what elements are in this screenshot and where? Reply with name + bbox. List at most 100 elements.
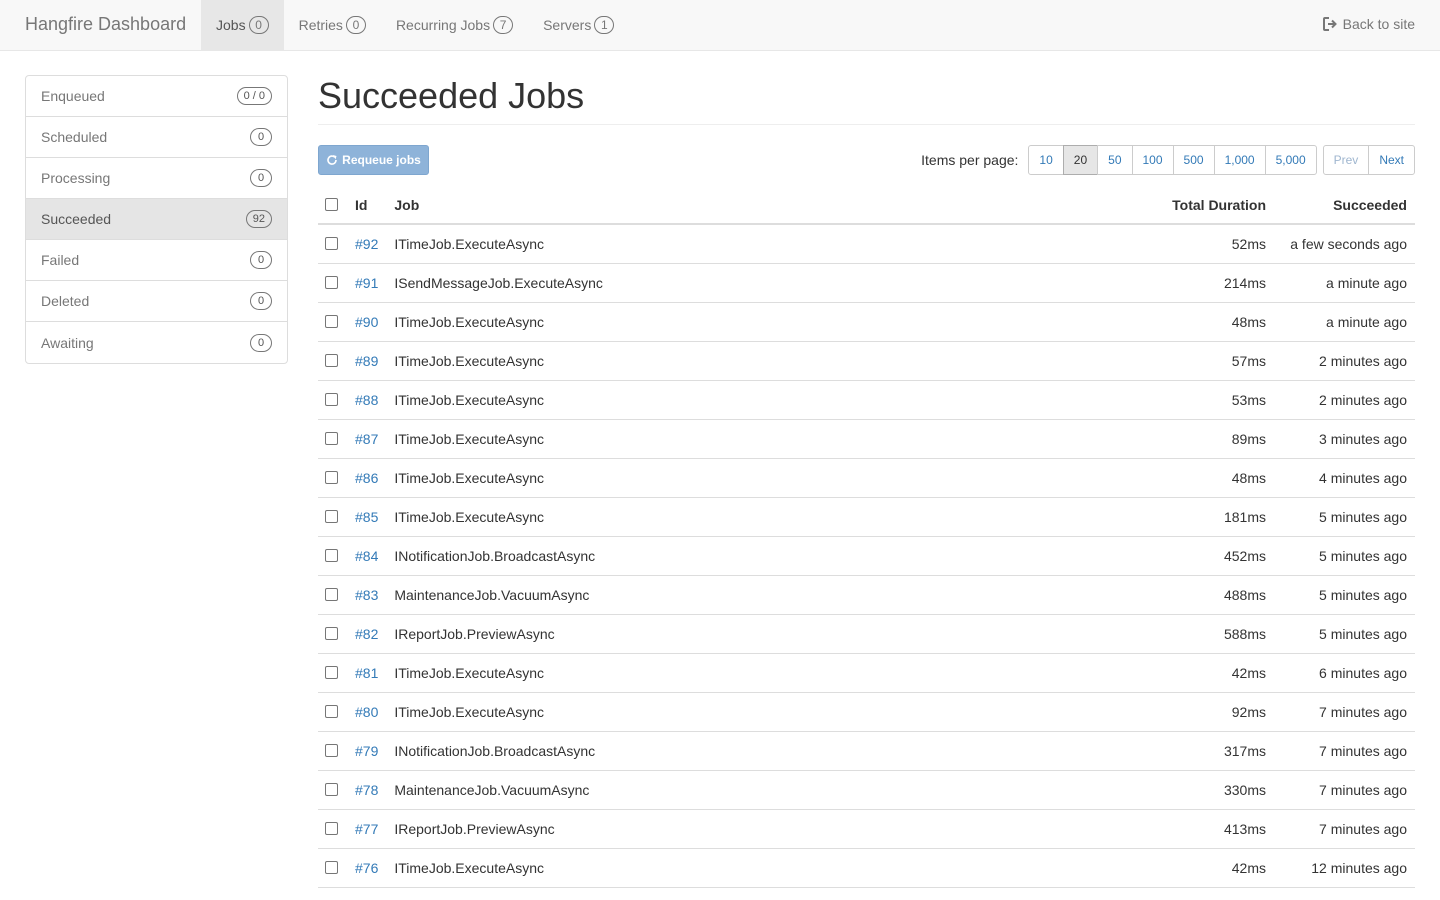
row-checkbox[interactable]: [325, 315, 338, 328]
sidebar-item-label: Scheduled: [41, 129, 108, 145]
job-id-link[interactable]: #87: [347, 419, 387, 459]
brand[interactable]: Hangfire Dashboard: [25, 14, 186, 35]
page-size-100-button[interactable]: 100: [1131, 145, 1174, 175]
row-checkbox[interactable]: [325, 276, 338, 289]
table-row: #89 ITimeJob.ExecuteAsync 57ms 2 minutes ag…: [318, 341, 1415, 381]
table-row: #79 INotificationJob.BroadcastAsync 317ms 7…: [318, 731, 1415, 771]
sidebar-item-processing[interactable]: Processing 0: [26, 158, 287, 199]
job-id-link[interactable]: #76: [347, 848, 387, 888]
job-id-link[interactable]: #79: [347, 731, 387, 771]
page-size-20-button[interactable]: 20: [1062, 145, 1099, 175]
sidebar-item-succeeded[interactable]: Succeeded 92: [26, 199, 287, 240]
job-succeeded-time: a minute ago: [1274, 302, 1415, 342]
row-checkbox-cell: [318, 263, 347, 303]
row-checkbox-cell: [318, 653, 347, 693]
page-title: Succeeded Jobs: [318, 75, 585, 116]
sidebar-badge: 0: [250, 128, 272, 146]
row-checkbox[interactable]: [325, 666, 338, 679]
job-id-link[interactable]: #88: [347, 380, 387, 420]
row-checkbox[interactable]: [325, 744, 338, 757]
row-checkbox[interactable]: [325, 783, 338, 796]
nav-item-label: Retries: [298, 17, 343, 33]
row-checkbox[interactable]: [325, 393, 338, 406]
table-row: #90 ITimeJob.ExecuteAsync 48ms a minute ago: [318, 302, 1415, 342]
requeue-jobs-button[interactable]: Requeue jobs: [318, 145, 429, 175]
nav-item-servers[interactable]: Servers 1: [528, 0, 629, 50]
sidebar-item-scheduled[interactable]: Scheduled 0: [26, 117, 287, 158]
job-succeeded-time: 3 minutes ago: [1274, 419, 1415, 459]
job-succeeded-time: 5 minutes ago: [1274, 614, 1415, 654]
row-checkbox-cell: [318, 458, 347, 498]
row-checkbox-cell: [318, 380, 347, 420]
row-checkbox[interactable]: [325, 627, 338, 640]
job-id-link[interactable]: #78: [347, 770, 387, 810]
page-size-50-button[interactable]: 50: [1097, 145, 1133, 175]
row-checkbox-cell: [318, 497, 347, 537]
page-size-10-button[interactable]: 10: [1028, 145, 1064, 175]
select-all-checkbox[interactable]: [325, 198, 338, 211]
prev-page-button[interactable]: Prev: [1322, 145, 1370, 175]
nav-badge: 7: [493, 16, 514, 34]
row-checkbox-cell: [318, 575, 347, 615]
job-duration: 181ms: [1134, 497, 1274, 537]
sidebar-item-awaiting[interactable]: Awaiting 0: [26, 322, 287, 363]
page-size-1000-button[interactable]: 1,000: [1213, 145, 1266, 175]
sidebar-item-failed[interactable]: Failed 0: [26, 240, 287, 281]
job-id-link[interactable]: #86: [347, 458, 387, 498]
row-checkbox[interactable]: [325, 471, 338, 484]
job-succeeded-time: 7 minutes ago: [1274, 731, 1415, 771]
table-row: #83 MaintenanceJob.VacuumAsync 488ms 5 minu…: [318, 575, 1415, 615]
back-to-site-link[interactable]: Back to site: [1322, 16, 1415, 32]
job-id-link[interactable]: #83: [347, 575, 387, 615]
navbar: Hangfire Dashboard Jobs 0 Retries 0 Recu…: [0, 0, 1440, 51]
row-checkbox[interactable]: [325, 432, 338, 445]
row-checkbox[interactable]: [325, 588, 338, 601]
jobs-table-body: #92 ITimeJob.ExecuteAsync 52ms a few second…: [318, 224, 1415, 888]
job-duration: 53ms: [1134, 380, 1274, 420]
nav-item-jobs[interactable]: Jobs 0: [201, 0, 284, 50]
next-page-button[interactable]: Next: [1368, 145, 1415, 175]
row-checkbox[interactable]: [325, 237, 338, 251]
job-id-link[interactable]: #82: [347, 614, 387, 654]
row-checkbox[interactable]: [325, 549, 338, 562]
nav-item-recurring-jobs[interactable]: Recurring Jobs 7: [381, 0, 528, 50]
job-name: ITimeJob.ExecuteAsync: [386, 692, 1134, 732]
job-duration: 48ms: [1134, 458, 1274, 498]
sidebar-item-enqueued[interactable]: Enqueued 0 / 0: [26, 76, 287, 117]
job-id-link[interactable]: #80: [347, 692, 387, 732]
row-checkbox[interactable]: [325, 822, 338, 835]
job-name: ITimeJob.ExecuteAsync: [386, 458, 1134, 498]
page-size-500-button[interactable]: 500: [1172, 145, 1215, 175]
nav-item-label: Jobs: [216, 17, 246, 33]
job-id-link[interactable]: #89: [347, 341, 387, 381]
job-id-link[interactable]: #81: [347, 653, 387, 693]
sidebar-item-deleted[interactable]: Deleted 0: [26, 281, 287, 322]
job-id-link[interactable]: #92: [347, 224, 387, 264]
job-duration: 89ms: [1134, 419, 1274, 459]
row-checkbox[interactable]: [325, 861, 338, 874]
job-id-link[interactable]: #77: [347, 809, 387, 849]
job-id-link[interactable]: #90: [347, 302, 387, 342]
sidebar-item-label: Failed: [41, 252, 80, 268]
sidebar-badge: 0: [250, 333, 272, 352]
column-header-succeeded: Succeeded: [1274, 186, 1415, 225]
job-name: INotificationJob.BroadcastAsync: [386, 536, 1134, 576]
job-id-link[interactable]: #85: [347, 497, 387, 537]
job-name: INotificationJob.BroadcastAsync: [386, 731, 1134, 771]
row-checkbox[interactable]: [325, 705, 338, 718]
row-checkbox[interactable]: [325, 510, 338, 523]
sidebar-item-label: Deleted: [41, 293, 90, 309]
back-to-site-label: Back to site: [1342, 16, 1415, 32]
job-id-link[interactable]: #91: [347, 263, 387, 303]
job-name: MaintenanceJob.VacuumAsync: [386, 770, 1134, 810]
main-content: Succeeded Jobs Requeue jobs Items per pa…: [318, 75, 1415, 888]
row-checkbox[interactable]: [325, 354, 338, 367]
nav-badge: 1: [594, 16, 615, 34]
job-name: ITimeJob.ExecuteAsync: [386, 848, 1134, 888]
job-succeeded-time: 2 minutes ago: [1274, 341, 1415, 381]
job-id-link[interactable]: #84: [347, 536, 387, 576]
job-duration: 488ms: [1134, 575, 1274, 615]
job-name: ITimeJob.ExecuteAsync: [386, 224, 1134, 264]
page-size-5000-button[interactable]: 5,000: [1264, 145, 1317, 175]
nav-item-retries[interactable]: Retries 0: [284, 0, 381, 50]
